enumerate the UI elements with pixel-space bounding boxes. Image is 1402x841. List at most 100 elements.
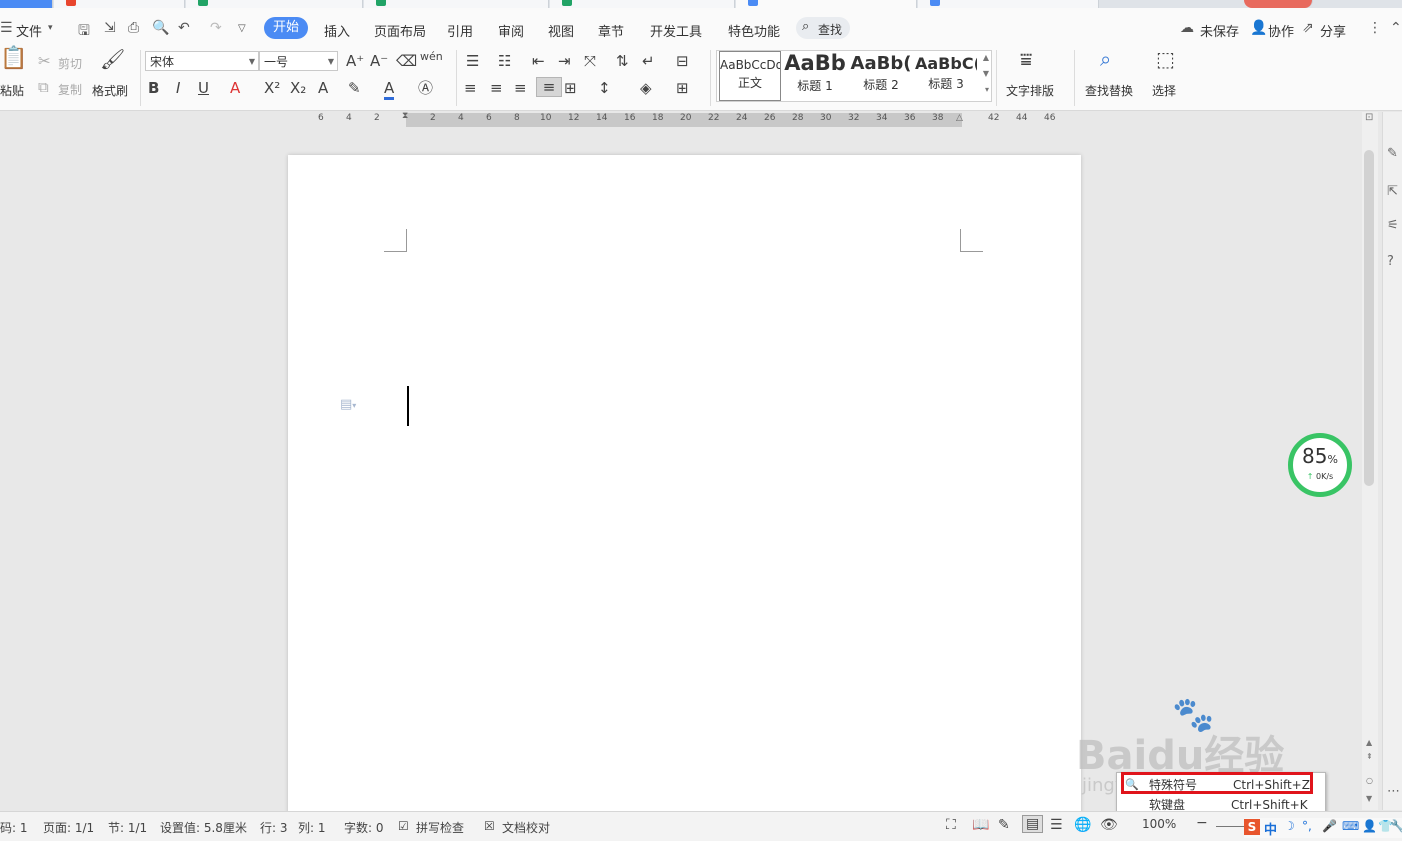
more-icon[interactable]: ⋮ (1368, 20, 1382, 36)
status-setting-value[interactable]: 设置值: 5.8厘米 (160, 819, 247, 836)
tab-piece-7[interactable] (918, 0, 1099, 8)
clear-format-icon[interactable]: ⌫ (396, 52, 417, 70)
avatar-icon[interactable]: 👤 (1362, 819, 1377, 833)
status-page[interactable]: 页面: 1/1 (43, 819, 94, 836)
gallery-expand-icon[interactable]: ▾ (985, 85, 989, 94)
font-color-icon[interactable]: A (384, 79, 395, 100)
pen-icon[interactable]: ✎ (998, 817, 1010, 833)
shrink-font-icon[interactable]: A⁻ (370, 52, 388, 70)
decrease-indent-icon[interactable]: ⇤ (532, 52, 545, 70)
font-name-select[interactable]: 宋体 ▼ (145, 51, 259, 71)
eye-protection-icon[interactable]: 👁 (1100, 817, 1118, 833)
format-painter-icon[interactable]: 🖌 (100, 49, 125, 69)
share-button[interactable]: 分享 (1320, 21, 1346, 40)
save-icon[interactable]: 🖫 (78, 20, 90, 44)
redo-icon[interactable]: ↷ (210, 20, 222, 36)
web-view-icon[interactable]: 🌐 (1074, 817, 1091, 833)
tab-special-features[interactable]: 特色功能 (728, 21, 780, 40)
chevron-down-icon[interactable]: ▾ (48, 23, 53, 33)
style-heading-2[interactable]: AaBb( 标题 2 (849, 51, 913, 101)
help-icon[interactable]: ? (1387, 254, 1394, 269)
superscript-icon[interactable]: X² (264, 79, 280, 97)
shading-icon[interactable]: ◈ (640, 79, 652, 97)
pointer-icon[interactable]: ⇱ (1387, 184, 1398, 199)
unsaved-status[interactable]: 未保存 (1200, 21, 1239, 40)
spell-check-button[interactable]: 拼写检查 (416, 819, 464, 836)
collapse-ribbon-icon[interactable]: ⌃ (1390, 20, 1402, 36)
numbered-list-icon[interactable]: ☷ (498, 52, 511, 70)
style-normal[interactable]: AaBbCcDd 正文 (719, 51, 781, 101)
tab-review[interactable]: 审阅 (498, 21, 524, 40)
doc-proofread-button[interactable]: 文档校对 (502, 819, 550, 836)
page-view-icon[interactable]: ▤ (1022, 815, 1044, 833)
font-size-select[interactable]: 一号 ▼ (259, 51, 338, 71)
print-preview-icon[interactable]: 🔍 (152, 20, 169, 36)
style-heading-3[interactable]: AaBbC( 标题 3 (915, 51, 977, 101)
cut-button[interactable]: 剪切 (58, 55, 82, 72)
collaborate-button[interactable]: 协作 (1268, 21, 1294, 40)
bold-icon[interactable]: B (148, 79, 159, 97)
align-center-icon[interactable]: ≡ (490, 79, 503, 97)
scroll-thumb[interactable] (1364, 150, 1374, 486)
align-left-icon[interactable]: ≡ (464, 79, 477, 97)
subscript-icon[interactable]: X₂ (290, 79, 306, 97)
gallery-scroll-up-icon[interactable]: ▲ (983, 53, 989, 62)
tab-piece-1[interactable] (0, 0, 53, 8)
select-browse-object-icon[interactable]: ○ (1366, 776, 1373, 785)
tab-piece-active[interactable] (736, 0, 917, 8)
undo-icon[interactable]: ↶ (178, 20, 190, 36)
moon-icon[interactable]: ☽ (1284, 819, 1295, 833)
search-box[interactable]: ⌕ 查找 (796, 17, 850, 39)
network-speed-widget[interactable]: 85% ↑ 0K/s (1288, 433, 1352, 497)
export-icon[interactable]: ⇲ (104, 20, 116, 36)
table-tab-icon[interactable]: ⊟ (676, 52, 689, 70)
italic-icon[interactable]: I (176, 79, 180, 97)
character-border-icon[interactable]: Ⓐ (418, 79, 433, 97)
bullet-list-icon[interactable]: ☰ (466, 52, 479, 70)
prev-page-icon[interactable]: ⇞ (1366, 752, 1373, 761)
text-layout-icon[interactable]: ⩸ (1020, 49, 1032, 69)
borders-icon[interactable]: ⊞ (676, 79, 689, 97)
horizontal-ruler[interactable]: 6 4 2 2 4 6 8 10 12 14 16 18 20 22 24 26… (310, 111, 1060, 127)
zoom-out-icon[interactable]: − (1196, 815, 1208, 831)
status-page-number[interactable]: 码: 1 (0, 819, 28, 836)
tab-developer[interactable]: 开发工具 (650, 21, 702, 40)
phonetic-guide-icon[interactable]: wén (420, 48, 443, 66)
copy-icon[interactable]: ⧉ (38, 78, 49, 96)
text-direction-icon[interactable]: ⤧ (584, 52, 596, 70)
strikethrough-icon[interactable]: A (230, 79, 240, 97)
scroll-down-icon[interactable]: ▼ (1366, 794, 1372, 803)
mic-icon[interactable]: 🎤 (1322, 819, 1337, 833)
fullscreen-icon[interactable]: ⛶ (946, 817, 956, 833)
scroll-settings-icon[interactable]: ⊡ (1365, 112, 1373, 123)
status-column[interactable]: 列: 1 (298, 819, 326, 836)
outline-view-icon[interactable]: ☰ (1050, 817, 1063, 833)
paragraph-mark-icon[interactable]: ↵ (642, 52, 655, 70)
gallery-scroll-down-icon[interactable]: ▼ (983, 69, 989, 78)
document-page[interactable]: ▤▾ (288, 155, 1081, 815)
more-icon[interactable]: ⋯ (1387, 784, 1400, 799)
select-button[interactable]: 选择 (1152, 82, 1176, 99)
settings-sliders-icon[interactable]: ⚟ (1387, 218, 1399, 233)
reading-mode-icon[interactable]: 📖 (972, 817, 989, 833)
grow-font-icon[interactable]: A⁺ (346, 52, 364, 70)
find-replace-icon[interactable]: ⌕ (1100, 49, 1111, 69)
keyboard-icon[interactable]: ⌨ (1342, 819, 1359, 833)
copy-button[interactable]: 复制 (58, 81, 82, 98)
tab-start[interactable]: 开始 (264, 17, 308, 39)
paragraph-options-icon[interactable]: ▤▾ (340, 397, 356, 412)
distribute-icon[interactable]: ⊞ (564, 79, 577, 97)
increase-indent-icon[interactable]: ⇥ (558, 52, 571, 70)
status-word-count[interactable]: 字数: 0 (344, 819, 384, 836)
status-section[interactable]: 节: 1/1 (108, 819, 147, 836)
hamburger-icon[interactable]: ☰ (0, 20, 13, 36)
sogou-logo-icon[interactable]: S (1244, 819, 1260, 835)
line-spacing-icon[interactable]: ↕ (598, 79, 611, 97)
select-icon[interactable]: ⬚ (1156, 49, 1175, 69)
zoom-level[interactable]: 100% (1142, 817, 1176, 831)
edit-icon[interactable]: ✎ (1387, 146, 1398, 161)
ime-mode[interactable]: 中 (1264, 819, 1277, 838)
customize-toolbar-icon[interactable]: ▽ (238, 23, 246, 34)
find-replace-button[interactable]: 查找替换 (1085, 82, 1133, 99)
tab-view[interactable]: 视图 (548, 21, 574, 40)
